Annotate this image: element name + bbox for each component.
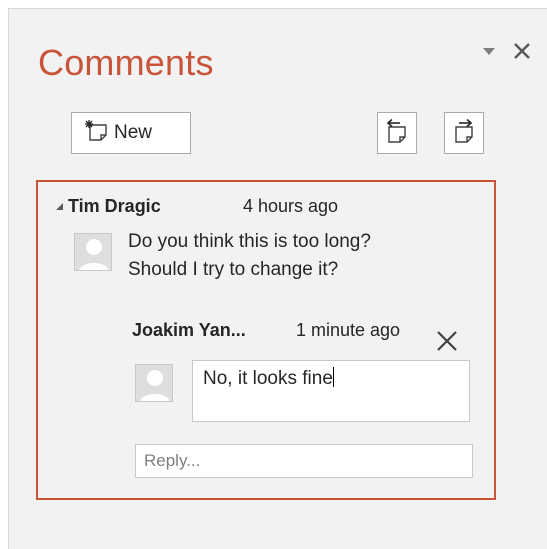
reply-time: 1 minute ago (296, 320, 401, 340)
previous-comment-icon (384, 118, 410, 149)
reply-author: Joakim Yan... (132, 320, 246, 340)
pane-title: Comments (38, 42, 214, 83)
delete-reply-icon[interactable] (435, 329, 459, 353)
triangle-down-icon[interactable] (481, 44, 497, 60)
avatar (74, 233, 112, 271)
reply-input[interactable]: Reply... (135, 444, 473, 478)
new-comment-icon (84, 119, 110, 148)
comment-thread[interactable]: Tim Dragic 4 hours ago Do you think this… (36, 180, 496, 500)
close-icon[interactable] (511, 40, 533, 62)
avatar (135, 364, 173, 402)
next-comment-icon (451, 118, 477, 149)
comment-text-line-1: Do you think this is too long? (128, 231, 371, 252)
new-comment-button[interactable]: New (71, 112, 191, 154)
previous-comment-button[interactable] (377, 112, 417, 154)
comment-text-line-2: Should I try to change it? (128, 259, 339, 280)
comment-time: 4 hours ago (243, 196, 339, 216)
reply-edit-field[interactable]: No, it looks fine (192, 360, 470, 422)
reply-edit-text: No, it looks fine (203, 368, 333, 389)
next-comment-button[interactable] (444, 112, 484, 154)
comment-author: Tim Dragic (68, 196, 161, 216)
new-comment-label: New (114, 122, 153, 143)
collapse-caret-icon[interactable] (56, 203, 63, 210)
text-cursor (332, 367, 334, 387)
